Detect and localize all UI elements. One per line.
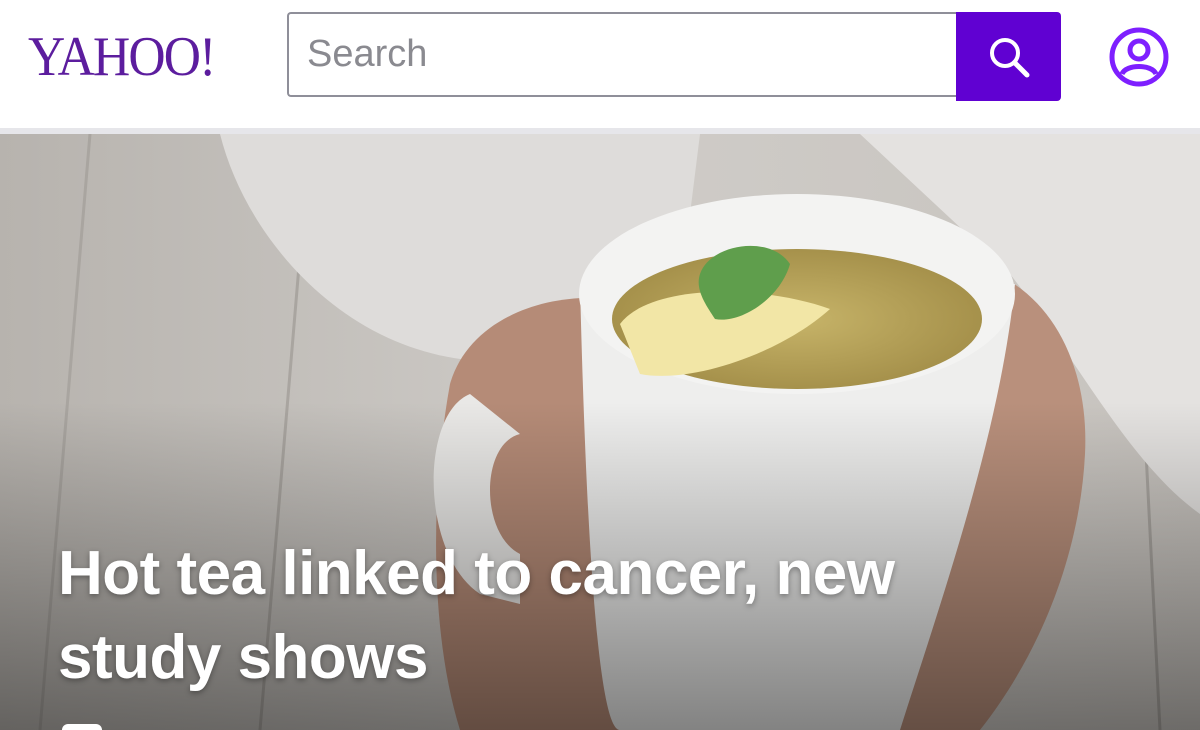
user-circle-icon[interactable] xyxy=(1108,26,1170,88)
top-bar: YAHOO! xyxy=(0,0,1200,130)
search-input[interactable] xyxy=(287,12,957,97)
source-icon xyxy=(62,724,102,730)
search-bar xyxy=(287,12,1061,101)
search-button[interactable] xyxy=(956,12,1061,101)
search-icon xyxy=(989,37,1029,77)
yahoo-logo[interactable]: YAHOO! xyxy=(28,22,216,92)
hero-article[interactable]: Hot tea linked to cancer, new study show… xyxy=(0,134,1200,730)
article-headline[interactable]: Hot tea linked to cancer, new study show… xyxy=(58,532,1058,700)
